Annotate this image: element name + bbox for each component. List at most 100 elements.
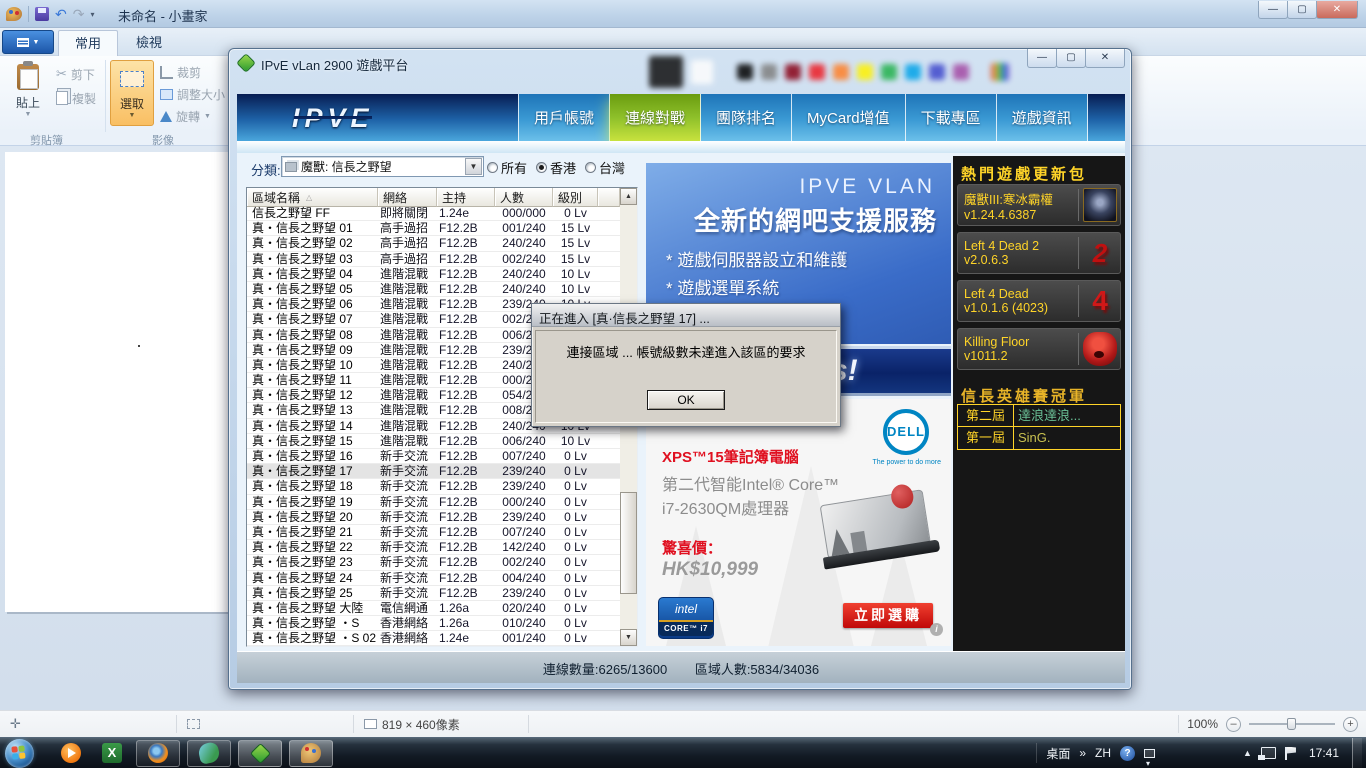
- table-row[interactable]: 真・信長之野望 02高手過招F12.2B240/24015 Lv: [247, 236, 620, 251]
- dropdown-arrow-button[interactable]: ▼: [465, 158, 482, 175]
- action-center-flag-icon[interactable]: [1285, 747, 1296, 760]
- taskbar-game-button[interactable]: [187, 740, 231, 767]
- table-row[interactable]: 真・信長之野望 03高手過招F12.2B002/24015 Lv: [247, 252, 620, 267]
- tab-view[interactable]: 檢視: [120, 30, 178, 56]
- region-radio[interactable]: 台灣: [585, 158, 625, 177]
- zoom-in-button[interactable]: +: [1343, 717, 1358, 732]
- column-header-1[interactable]: 區域名稱△: [247, 188, 378, 207]
- table-cell: 真・信長之野望 05: [247, 282, 378, 296]
- divider: [1078, 189, 1079, 221]
- cut-button[interactable]: ✂ 剪下: [56, 64, 95, 84]
- rotate-button[interactable]: 旋轉 ▼: [160, 106, 211, 126]
- nav-item-6[interactable]: 遊戲資訊: [997, 94, 1088, 141]
- taskbar-firefox-button[interactable]: [136, 740, 180, 767]
- nav-item-5[interactable]: 下載專區: [906, 94, 997, 141]
- palette-color-swatch: [953, 64, 969, 80]
- zoom-out-button[interactable]: –: [1226, 717, 1241, 732]
- qat-dropdown-icon[interactable]: ▾: [90, 10, 94, 19]
- help-icon[interactable]: ?: [1120, 746, 1135, 761]
- buy-now-button[interactable]: 立即選購: [843, 603, 933, 628]
- ipve-minimize-button[interactable]: —: [1027, 49, 1057, 68]
- nav-item-2[interactable]: 連線對戰: [610, 94, 701, 141]
- restore-icon[interactable]: [1144, 749, 1155, 758]
- show-desktop-button[interactable]: [1352, 738, 1362, 768]
- select-button[interactable]: 選取 ▼: [110, 60, 154, 126]
- start-button[interactable]: [5, 739, 34, 768]
- zoom-slider[interactable]: [1249, 723, 1335, 725]
- taskbar-excel-button[interactable]: [95, 740, 129, 767]
- table-row[interactable]: 真・信長之野望 15進階混戰F12.2B006/24010 Lv: [247, 434, 620, 449]
- table-row[interactable]: 真・信長之野望 04進階混戰F12.2B240/24010 Lv: [247, 267, 620, 282]
- update-item-l4d2[interactable]: Left 4 Dead 2v2.0.6.32: [957, 232, 1121, 274]
- table-row[interactable]: 真・信長之野望 16新手交流F12.2B007/2400 Lv: [247, 449, 620, 464]
- column-header-3[interactable]: 主持: [437, 188, 495, 207]
- paste-button[interactable]: 貼上 ▼: [6, 60, 50, 126]
- column-header-5[interactable]: 級別: [553, 188, 598, 207]
- wmp-icon: [61, 743, 81, 763]
- update-item-l4d[interactable]: Left 4 Deadv1.0.1.6 (4023)4: [957, 280, 1121, 322]
- hidden-icons-button[interactable]: ▲: [1243, 748, 1252, 758]
- paint-close-button[interactable]: ✕: [1316, 1, 1358, 19]
- update-item-wc3[interactable]: 魔獸III:寒冰霸權v1.24.4.6387: [957, 184, 1121, 226]
- table-cell: 新手交流: [378, 449, 437, 463]
- table-row[interactable]: 真・信長之野望 ・S 02香港網絡1.24e001/2400 Lv: [247, 631, 620, 646]
- scroll-down-button[interactable]: ▼: [620, 629, 637, 646]
- column-header-2[interactable]: 網絡: [378, 188, 437, 207]
- crop-button[interactable]: 裁剪: [160, 62, 201, 82]
- nav-item-3[interactable]: 團隊排名: [701, 94, 792, 141]
- nav-item-4[interactable]: MyCard增值: [792, 94, 906, 141]
- nav-item-1[interactable]: 用戶帳號: [518, 94, 610, 141]
- table-row[interactable]: 真・信長之野望 24新手交流F12.2B004/2400 Lv: [247, 571, 620, 586]
- table-row[interactable]: 真・信長之野望 18新手交流F12.2B239/2400 Lv: [247, 479, 620, 494]
- table-cell: 15 Lv: [553, 252, 598, 266]
- palette-color-swatch: [905, 64, 921, 80]
- save-icon[interactable]: [35, 7, 49, 21]
- language-indicator[interactable]: ZH: [1095, 746, 1111, 760]
- update-item-kf[interactable]: Killing Floorv1011.2: [957, 328, 1121, 370]
- zoom-slider-thumb[interactable]: [1287, 718, 1296, 730]
- undo-icon[interactable]: ↶: [55, 7, 67, 21]
- column-header-4[interactable]: 人數: [495, 188, 553, 207]
- desktop-toolbar-label[interactable]: 桌面: [1046, 745, 1070, 762]
- table-row[interactable]: 真・信長之野望 17新手交流F12.2B239/2400 Lv: [247, 464, 620, 479]
- redo-icon[interactable]: ↷: [73, 7, 85, 21]
- table-cell: 004/240: [495, 571, 553, 585]
- category-dropdown[interactable]: 魔獸: 信長之野望 ▼: [281, 156, 484, 177]
- ok-button[interactable]: OK: [647, 390, 725, 410]
- copy-button[interactable]: 複製: [56, 88, 96, 108]
- scroll-up-button[interactable]: ▲: [620, 188, 637, 205]
- table-row[interactable]: 真・信長之野望 ・S香港網絡1.26a010/2400 Lv: [247, 616, 620, 631]
- table-row[interactable]: 真・信長之野望 22新手交流F12.2B142/2400 Lv: [247, 540, 620, 555]
- table-row[interactable]: 信長之野望 FF即將關閉1.24e000/0000 Lv: [247, 206, 620, 221]
- table-row[interactable]: 真・信長之野望 25新手交流F12.2B239/2400 Lv: [247, 586, 620, 601]
- taskbar-ipve-button[interactable]: [238, 740, 282, 767]
- tab-home[interactable]: 常用: [58, 30, 118, 56]
- paint-maximize-button[interactable]: ▢: [1287, 1, 1317, 19]
- scrollbar-thumb[interactable]: [620, 492, 637, 594]
- paint-minimize-button[interactable]: —: [1258, 1, 1288, 19]
- taskbar-wmp-button[interactable]: [54, 740, 88, 767]
- chevron-icon[interactable]: »: [1079, 746, 1086, 760]
- table-cell: 0 Lv: [553, 616, 598, 630]
- table-row[interactable]: 真・信長之野望 19新手交流F12.2B000/2400 Lv: [247, 495, 620, 510]
- ad-info-icon[interactable]: i: [930, 623, 943, 636]
- chevron-down-icon: ▼: [25, 111, 32, 118]
- resize-button[interactable]: 調整大小: [160, 84, 225, 104]
- table-cell: 0 Lv: [553, 464, 598, 478]
- dell-ad[interactable]: DELL The power to do more XPS™15筆記簿電腦 第二…: [646, 399, 951, 646]
- entering-region-dialog: 正在進入 [真·信長之野望 17] ... 連接區域 ... 帳號級數未達進入該…: [531, 303, 841, 427]
- paint-menu-button[interactable]: ▼: [2, 30, 54, 54]
- table-row[interactable]: 真・信長之野望 01高手過招F12.2B001/24015 Lv: [247, 221, 620, 236]
- table-row[interactable]: 真・信長之野望 20新手交流F12.2B239/2400 Lv: [247, 510, 620, 525]
- taskbar-paint-button[interactable]: [289, 740, 333, 767]
- ipve-maximize-button[interactable]: ▢: [1056, 49, 1086, 68]
- table-row[interactable]: 真・信長之野望 05進階混戰F12.2B240/24010 Lv: [247, 282, 620, 297]
- ipve-close-button[interactable]: ✕: [1085, 49, 1125, 68]
- table-row[interactable]: 真・信長之野望 21新手交流F12.2B007/2400 Lv: [247, 525, 620, 540]
- table-row[interactable]: 真・信長之野望 大陸電信網通1.26a020/2400 Lv: [247, 601, 620, 616]
- network-icon[interactable]: [1261, 747, 1276, 759]
- table-row[interactable]: 真・信長之野望 23新手交流F12.2B002/2400 Lv: [247, 555, 620, 570]
- region-radio[interactable]: 所有: [487, 158, 527, 177]
- clock[interactable]: 17:41: [1309, 746, 1339, 760]
- region-radio[interactable]: 香港: [536, 158, 576, 177]
